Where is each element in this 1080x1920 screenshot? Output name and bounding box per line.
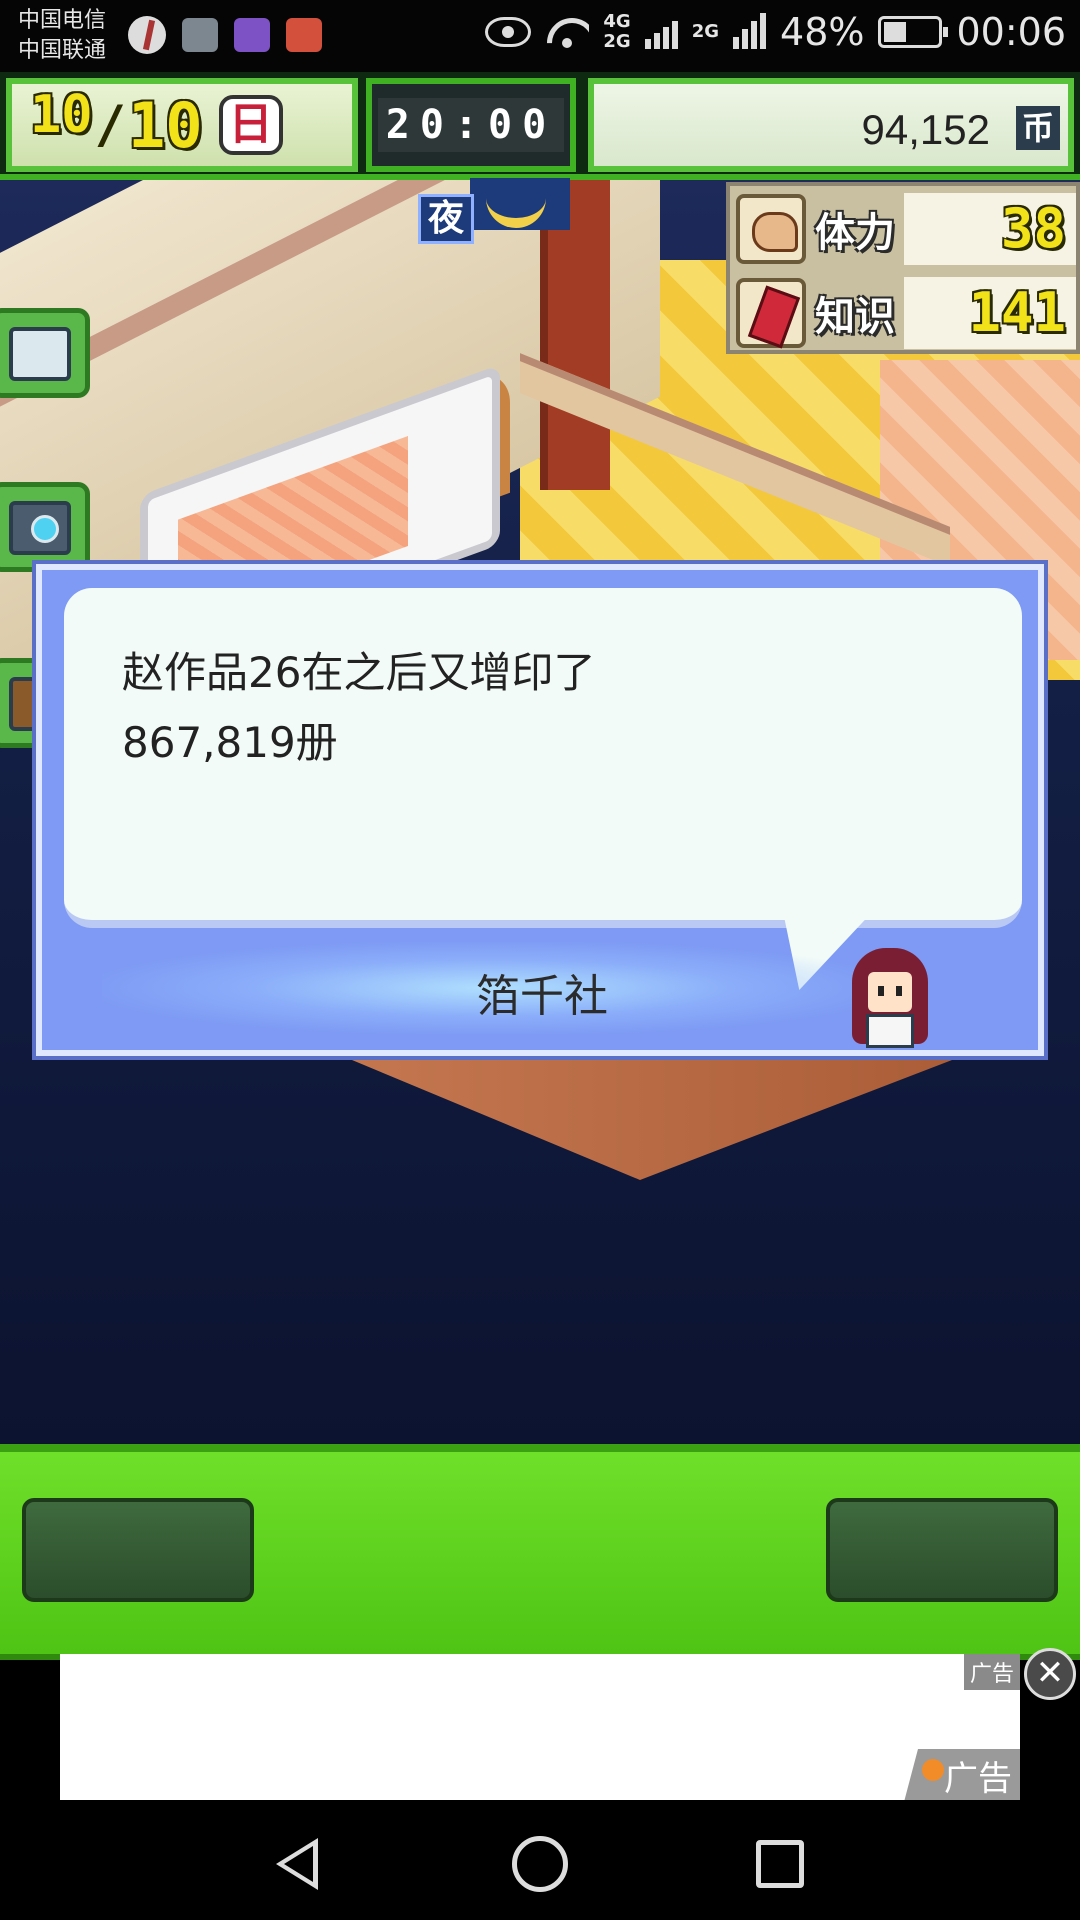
book-icon (736, 278, 806, 348)
money-amount: 94,152 (861, 106, 990, 153)
weekday-badge: 日 (218, 95, 283, 155)
day: 10 (127, 88, 203, 162)
camera-icon (9, 501, 71, 555)
stat-stamina: 体力 38 (730, 188, 1080, 270)
game-hud: 10 / 10 日 20:00 94,152 币 (0, 72, 1080, 180)
battery-icon (878, 16, 949, 48)
night-badge: 夜 (418, 194, 474, 244)
notification-icons (128, 16, 322, 54)
message-text: 赵作品26在之后又增印了 867,819册 (122, 638, 982, 778)
status-right: 4G 2G 2G 48% 00:06 (485, 10, 1066, 54)
stat-value: 141 (904, 277, 1076, 349)
carrier-1: 中国电信 (18, 8, 107, 33)
speech-bubble: 赵作品26在之后又增印了 867,819册 (64, 588, 1022, 928)
ad-label-top: 广告 (963, 1654, 1020, 1690)
money-panel: 94,152 币 (588, 78, 1074, 172)
recent-apps-icon[interactable] (756, 1840, 804, 1888)
bottom-action-bar (0, 1444, 1080, 1660)
moon-icon (470, 178, 570, 230)
right-action-button[interactable] (826, 1498, 1058, 1602)
navigation-bar (0, 1800, 1080, 1920)
signal-bars-2-icon (733, 13, 767, 49)
ad-close-icon[interactable]: ✕ (1024, 1648, 1076, 1700)
settings-app-icon (286, 18, 322, 52)
network-type-1: 4G 2G (603, 12, 630, 52)
date-panel: 10 / 10 日 (6, 78, 358, 172)
network-type-2: 2G (692, 22, 719, 42)
message-dialog[interactable]: 赵作品26在之后又增印了 867,819册 箔千社 (36, 564, 1044, 1056)
stat-label: 知识 (815, 294, 895, 340)
stat-knowledge: 知识 141 (730, 272, 1080, 354)
network-2g-label-2: 2G (691, 21, 720, 42)
speaker-name: 箔千社 (476, 971, 608, 1022)
carrier-names: 中国电信 中国联通 (18, 6, 106, 66)
battery-percent: 48% (780, 10, 865, 54)
app-notification-icon (128, 16, 166, 54)
eye-comfort-icon (485, 17, 532, 47)
speaker-portrait-icon (852, 948, 928, 1048)
message-line-1: 赵作品26在之后又增印了 (122, 648, 596, 697)
clock: 00:06 (956, 10, 1066, 54)
camera-button[interactable] (0, 482, 90, 572)
game-clock: 20:00 (377, 98, 565, 152)
notepad-icon (9, 327, 71, 381)
stat-label: 体力 (815, 210, 895, 256)
muscle-icon (736, 194, 806, 264)
stats-panel: 体力 38 知识 141 (726, 182, 1080, 354)
ad-label-bottom: 广告 (904, 1749, 1020, 1802)
keyboard-icon (234, 18, 270, 52)
signal-bars-1-icon (644, 15, 678, 49)
status-bar: 中国电信 中国联通 4G 2G 2G 48% 00:06 (0, 0, 1080, 72)
write-manuscript-button[interactable] (0, 308, 90, 398)
carrier-2: 中国联通 (18, 38, 107, 63)
stat-value: 38 (904, 193, 1076, 265)
back-icon[interactable] (276, 1838, 318, 1890)
ad-banner[interactable]: 广告 广告 (60, 1654, 1020, 1802)
network-2g-label: 2G (603, 31, 631, 52)
network-4g-label: 4G (603, 11, 631, 32)
time-panel: 20:00 (366, 78, 576, 172)
wifi-icon (545, 14, 589, 50)
gallery-icon (182, 18, 218, 52)
date-slash: / (94, 95, 126, 155)
month: 10 (30, 85, 93, 145)
left-action-button[interactable] (22, 1498, 254, 1602)
home-icon[interactable] (512, 1836, 568, 1892)
coin-icon: 币 (1016, 106, 1060, 150)
message-line-2: 867,819册 (122, 718, 338, 767)
